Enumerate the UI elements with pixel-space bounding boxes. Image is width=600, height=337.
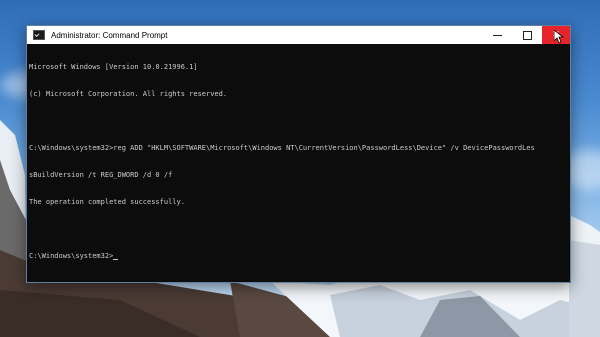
text-cursor [113, 259, 119, 260]
maximize-button[interactable] [512, 26, 542, 44]
scrollbar[interactable] [566, 44, 570, 282]
command-prompt-window[interactable]: Administrator: Command Prompt ✕ Microsof… [26, 25, 571, 283]
console-line: C:\Windows\system32>reg ADD "HKLM\SOFTWA… [29, 144, 535, 152]
maximize-icon [522, 30, 532, 40]
prompt-text: C:\Windows\system32> [29, 252, 114, 260]
console-line: Microsoft Windows [Version 10.0.21996.1] [29, 63, 198, 71]
minimize-icon [492, 34, 502, 36]
console-line: sBuildVersion /t REG_DWORD /d 0 /f [29, 171, 173, 179]
console-output[interactable]: Microsoft Windows [Version 10.0.21996.1]… [27, 44, 570, 282]
title-bar[interactable]: Administrator: Command Prompt ✕ [27, 26, 570, 44]
console-line: The operation completed successfully. [29, 198, 185, 206]
window-title: Administrator: Command Prompt [51, 30, 168, 40]
cmd-app-icon [33, 30, 45, 40]
prompt-line[interactable]: C:\Windows\system32> [29, 252, 570, 261]
mouse-pointer-icon [554, 30, 564, 44]
minimize-button[interactable] [482, 26, 512, 44]
console-line: (c) Microsoft Corporation. All rights re… [29, 90, 228, 98]
